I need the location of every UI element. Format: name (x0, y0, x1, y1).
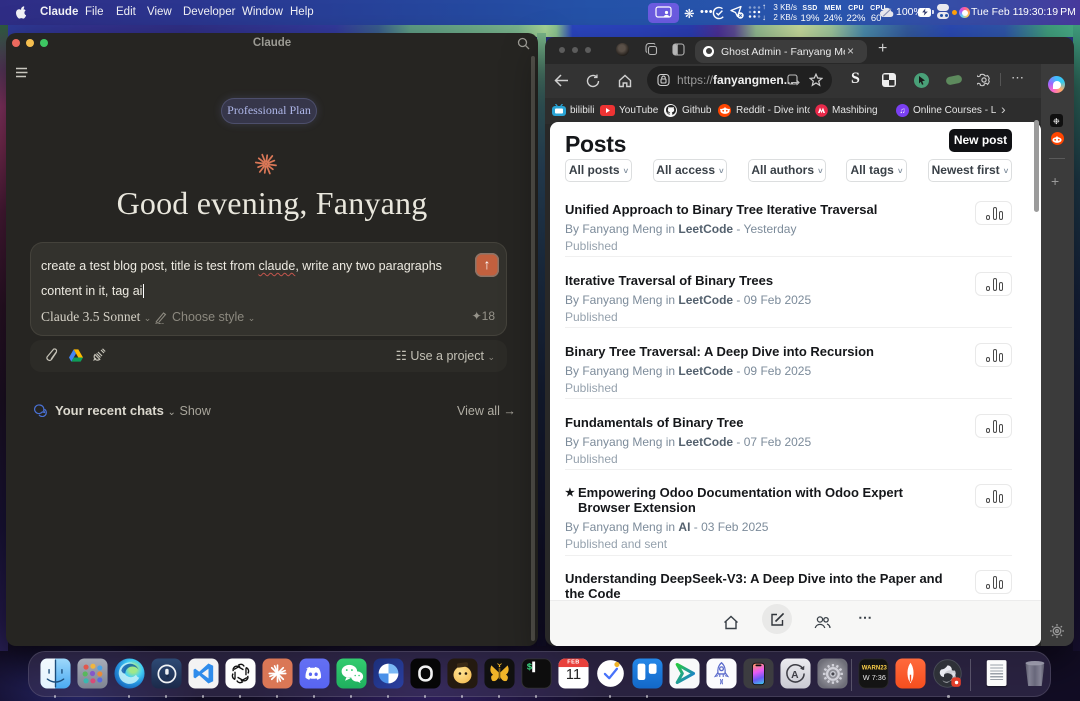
svg-text:A: A (791, 669, 799, 680)
